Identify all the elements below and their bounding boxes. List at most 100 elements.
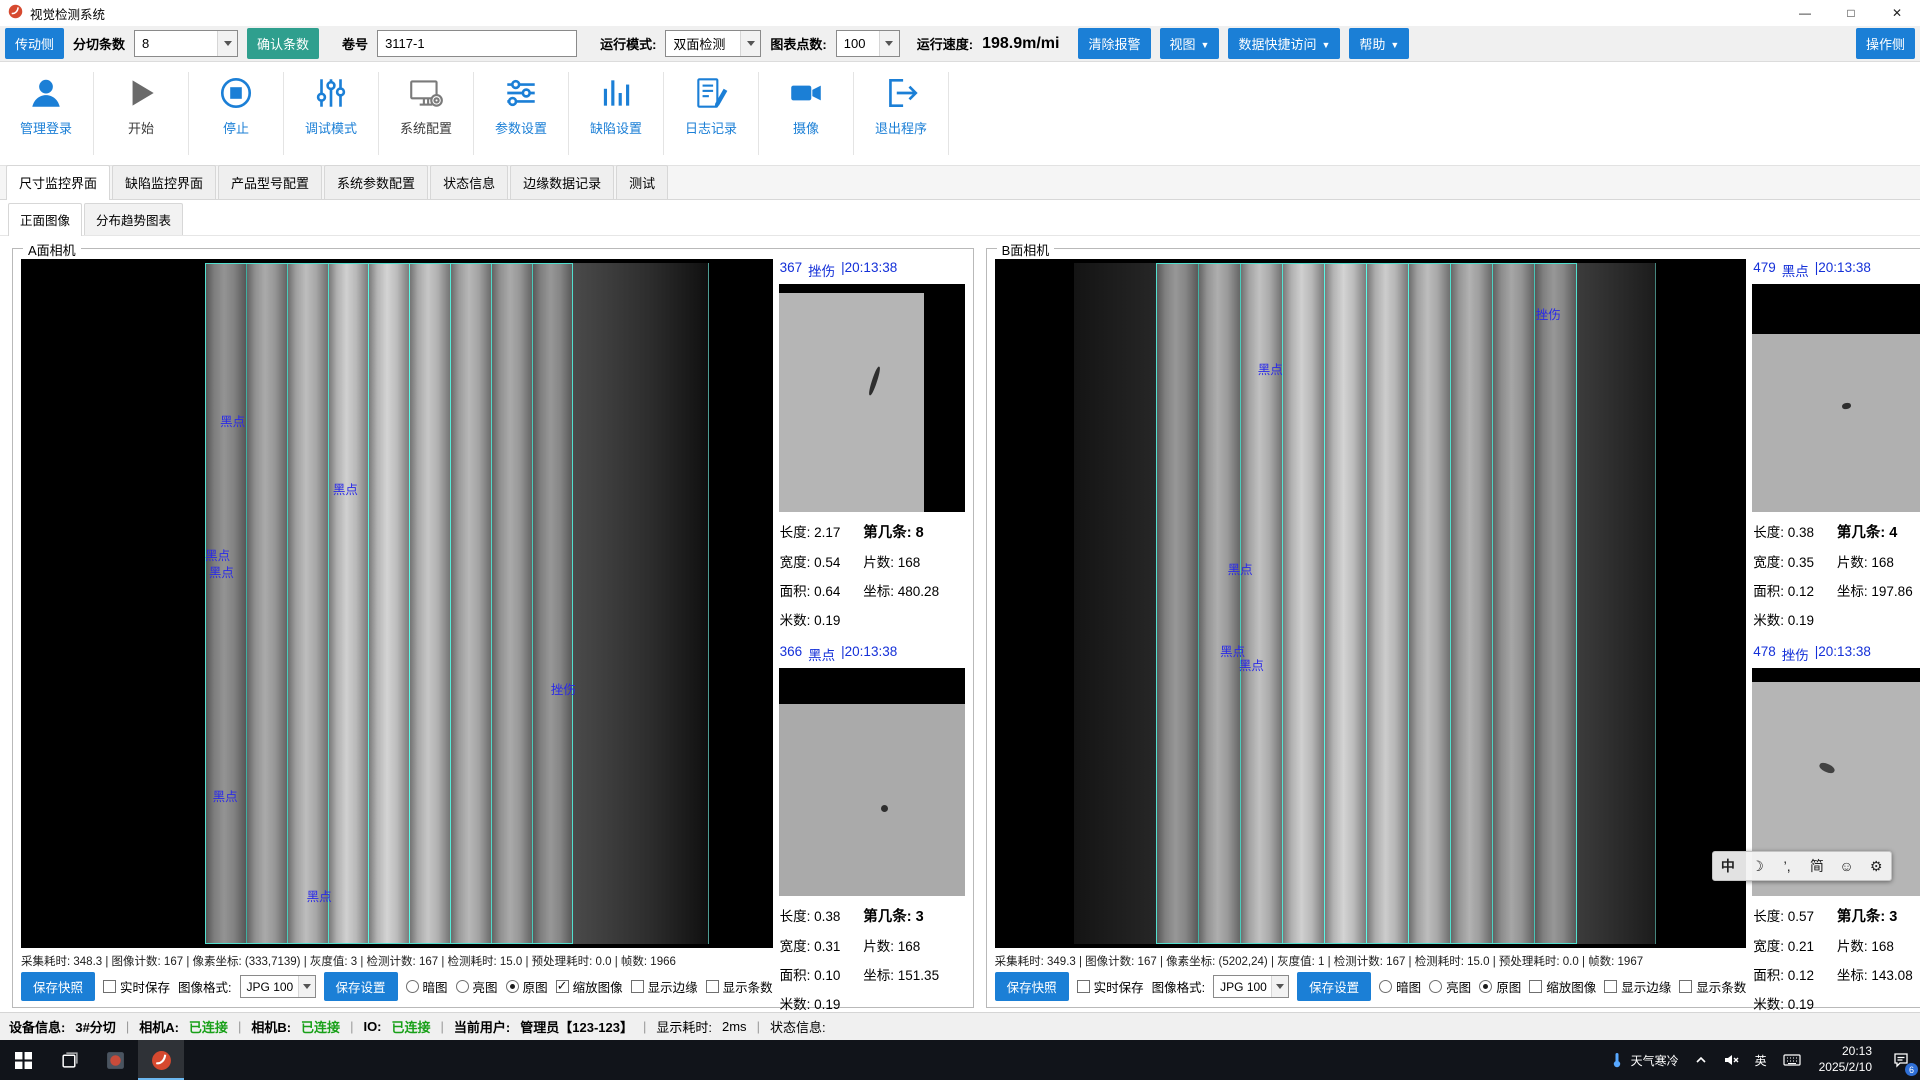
radio-icon[interactable] [456, 980, 469, 993]
radio-icon[interactable] [1479, 980, 1492, 993]
defect-card[interactable]: 479 黑点 |20:13:38 长度: 0.38 第几条: 4 宽度: 0.3… [1752, 259, 1920, 629]
task-view-button[interactable] [46, 1040, 92, 1080]
taskbar-app-vision-system[interactable] [138, 1040, 184, 1080]
defect-settings-button[interactable]: 缺陷设置 [572, 70, 660, 165]
volume-button[interactable] [1715, 1040, 1747, 1080]
start-button[interactable] [0, 1040, 46, 1080]
weather-widget[interactable]: 天气寒冷 [1601, 1040, 1687, 1080]
tray-overflow-button[interactable] [1687, 1040, 1715, 1080]
close-button[interactable]: ✕ [1874, 0, 1920, 26]
checkbox-icon[interactable] [556, 980, 569, 993]
touch-keyboard-button[interactable] [1775, 1040, 1809, 1080]
clear-alarm-button[interactable]: 清除报警 [1078, 28, 1150, 59]
radio-icon[interactable] [406, 980, 419, 993]
dark-image-radio[interactable]: 暗图 [1379, 977, 1421, 996]
minimize-button[interactable]: — [1782, 0, 1828, 26]
zoom-image-checkbox[interactable]: 缩放图像 [1529, 977, 1596, 996]
ime-simplified-toggle[interactable]: 简 [1802, 852, 1832, 880]
show-count-checkbox[interactable]: 显示条数 [706, 977, 773, 996]
maximize-button[interactable]: □ [1828, 0, 1874, 26]
drive-side-button[interactable]: 传动侧 [5, 28, 64, 59]
system-config-icon [407, 74, 445, 115]
bright-image-radio[interactable]: 亮图 [456, 977, 498, 996]
log-record-button[interactable]: 日志记录 [667, 70, 755, 165]
checkbox-icon[interactable] [103, 980, 116, 993]
checkbox-icon[interactable] [1077, 980, 1090, 993]
run-mode-select[interactable]: 双面检测 [665, 30, 761, 57]
data-quick-access-menu-button[interactable]: 数据快捷访问▼ [1228, 28, 1340, 59]
realtime-save-checkbox[interactable]: 实时保存 [103, 977, 170, 996]
tab-product-model-config[interactable]: 产品型号配置 [218, 165, 322, 199]
confirm-count-button[interactable]: 确认条数 [247, 28, 319, 59]
dark-image-radio[interactable]: 暗图 [406, 977, 448, 996]
tab-test[interactable]: 测试 [616, 165, 668, 199]
radio-icon[interactable] [506, 980, 519, 993]
ime-punctuation-toggle[interactable]: ’, [1772, 852, 1802, 880]
zoom-image-checkbox[interactable]: 缩放图像 [556, 977, 623, 996]
radio-icon[interactable] [1429, 980, 1442, 993]
tab-defect-monitor[interactable]: 缺陷监控界面 [112, 165, 216, 199]
checkbox-icon[interactable] [631, 980, 644, 993]
split-count-select[interactable]: 8 [134, 30, 238, 57]
chevron-down-icon[interactable] [740, 31, 760, 56]
chart-points-select[interactable]: 100 [836, 30, 900, 57]
ime-fullwidth-moon-icon[interactable]: ☽ [1743, 852, 1773, 880]
tab-size-monitor[interactable]: 尺寸监控界面 [6, 165, 110, 200]
show-count-checkbox[interactable]: 显示条数 [1679, 977, 1746, 996]
ribbon-label: 停止 [223, 118, 249, 137]
bright-image-radio[interactable]: 亮图 [1429, 977, 1471, 996]
original-image-radio[interactable]: 原图 [1479, 977, 1521, 996]
debug-mode-button[interactable]: 调试模式 [287, 70, 375, 165]
taskbar-app-1[interactable] [92, 1040, 138, 1080]
operate-side-button[interactable]: 操作侧 [1856, 28, 1915, 59]
admin-login-button[interactable]: 管理登录 [2, 70, 90, 165]
subtab-distribution-chart[interactable]: 分布趋势图表 [84, 203, 183, 235]
separator: | [126, 1019, 129, 1034]
save-snapshot-button[interactable]: 保存快照 [995, 972, 1069, 1001]
chevron-down-icon[interactable] [298, 976, 315, 997]
image-format-select[interactable]: JPG 100 [1213, 975, 1289, 998]
tab-edge-data-record[interactable]: 边缘数据记录 [510, 165, 614, 199]
start-button[interactable]: 开始 [97, 70, 185, 165]
save-snapshot-button[interactable]: 保存快照 [21, 972, 95, 1001]
radio-icon[interactable] [1379, 980, 1392, 993]
notification-center-button[interactable]: 6 [1882, 1040, 1920, 1080]
chevron-down-icon[interactable] [217, 31, 237, 56]
save-settings-button[interactable]: 保存设置 [1297, 972, 1371, 1001]
defect-card[interactable]: 366 黑点 |20:13:38 长度: 0.38 第几条: 3 宽度: 0.3… [779, 643, 965, 1013]
roll-number-input[interactable]: 3117-1 [377, 30, 577, 57]
defect-marker-label: 黑点 [220, 411, 245, 430]
chevron-down-icon[interactable] [879, 31, 899, 56]
subtab-front-image[interactable]: 正面图像 [8, 203, 82, 236]
checkbox-icon[interactable] [706, 980, 719, 993]
exit-program-button[interactable]: 退出程序 [857, 70, 945, 165]
defect-marker-label: 黑点 [209, 562, 234, 581]
original-image-radio[interactable]: 原图 [506, 977, 548, 996]
show-edges-checkbox[interactable]: 显示边缘 [1604, 977, 1671, 996]
stop-button[interactable]: 停止 [192, 70, 280, 165]
defect-type: 挫伤 [808, 260, 835, 280]
help-menu-button[interactable]: 帮助▼ [1349, 28, 1409, 59]
checkbox-icon[interactable] [1529, 980, 1542, 993]
camera-b-controls: 保存快照 实时保存 图像格式: JPG 100 保存设置 暗图 亮图 原图 缩放… [995, 972, 1747, 1001]
params-settings-button[interactable]: 参数设置 [477, 70, 565, 165]
ime-language-toggle[interactable]: 中 [1713, 852, 1743, 880]
chevron-down-icon[interactable] [1271, 976, 1288, 997]
ime-settings-gear-icon[interactable]: ⚙ [1861, 852, 1891, 880]
system-config-button[interactable]: 系统配置 [382, 70, 470, 165]
tab-system-params-config[interactable]: 系统参数配置 [324, 165, 428, 199]
checkbox-icon[interactable] [1679, 980, 1692, 993]
ime-emoji-icon[interactable]: ☺ [1832, 852, 1862, 880]
show-edges-checkbox[interactable]: 显示边缘 [631, 977, 698, 996]
realtime-save-checkbox[interactable]: 实时保存 [1077, 977, 1144, 996]
defect-card[interactable]: 478 挫伤 |20:13:38 长度: 0.57 第几条: 3 宽度: 0.2… [1752, 643, 1920, 1013]
tab-status-info[interactable]: 状态信息 [430, 165, 508, 199]
camera-capture-button[interactable]: 摄像 [762, 70, 850, 165]
input-language-indicator[interactable]: 英 [1747, 1040, 1775, 1080]
clock[interactable]: 20:13 2025/2/10 [1809, 1040, 1882, 1080]
image-format-select[interactable]: JPG 100 [240, 975, 316, 998]
defect-card[interactable]: 367 挫伤 |20:13:38 长度: 2.17 第几条: 8 [779, 259, 965, 629]
checkbox-icon[interactable] [1604, 980, 1617, 993]
view-menu-button[interactable]: 视图▼ [1160, 28, 1220, 59]
save-settings-button[interactable]: 保存设置 [324, 972, 398, 1001]
